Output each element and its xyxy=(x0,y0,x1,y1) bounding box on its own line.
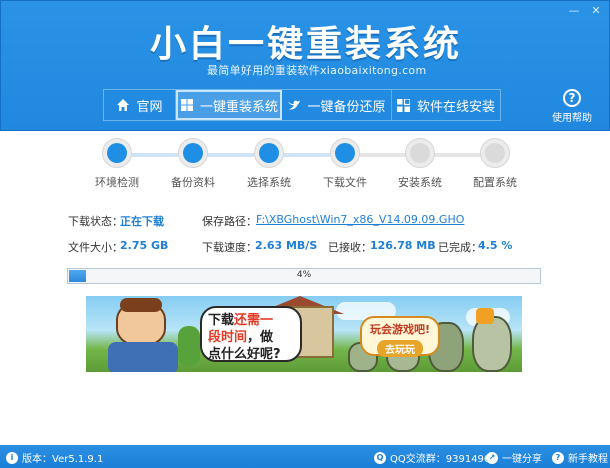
nav-item-software-install[interactable]: 软件在线安装 xyxy=(392,90,500,120)
app-subtitle: 最简单好用的重装软件xiaobaixitong.com xyxy=(207,64,427,77)
windows-icon xyxy=(180,98,194,112)
app-title: 小白一键重装系统 xyxy=(149,23,462,65)
completed-label: 已完成： xyxy=(438,241,482,254)
step-install-system: 安装系统 xyxy=(390,138,450,190)
received-label: 已接收： xyxy=(328,241,372,254)
qq-group-link[interactable]: Q QQ交流群：93914960 xyxy=(374,450,497,465)
ad-text-highlight: 段时间 xyxy=(208,330,248,345)
tutorial-button[interactable]: ? 新手教程 xyxy=(552,450,608,465)
step-dot xyxy=(480,138,510,168)
share-text: 一键分享 xyxy=(502,454,542,465)
home-icon xyxy=(116,98,130,112)
ad-text: ，做 xyxy=(247,330,274,345)
nav-item-reinstall-system[interactable]: 一键重装系统 xyxy=(176,90,282,120)
download-progress-bar: 4% xyxy=(67,268,541,284)
help-button[interactable]: ? 使用帮助 xyxy=(549,89,595,124)
save-path-link[interactable]: F:\XBGhost\Win7_x86_V14.09.09.GHO xyxy=(256,213,464,226)
header: — ✕ 小白一键重装系统 最简单好用的重装软件xiaobaixitong.com… xyxy=(0,0,610,131)
received-value: 126.78 MB xyxy=(370,239,436,252)
completed-value: 4.5 % xyxy=(478,239,513,252)
play-game-title: 玩会游戏吧! xyxy=(369,323,431,336)
help-icon: ? xyxy=(563,89,581,107)
bird-icon xyxy=(287,98,301,112)
play-game-button[interactable]: 去玩玩 xyxy=(377,340,423,357)
tutorial-icon: ? xyxy=(552,451,564,464)
cartoon-hair-illustration xyxy=(120,298,162,312)
nav-item-label: 一键重装系统 xyxy=(199,99,278,115)
progress-steps: 环境检测 备份资料 选择系统 下载文件 安装系统 配置系统 xyxy=(92,138,520,190)
step-line-done xyxy=(117,153,345,157)
share-icon: ↗ xyxy=(486,451,498,464)
step-label: 备份资料 xyxy=(171,176,215,189)
zombie-illustration xyxy=(472,316,512,372)
ad-text: 下载 xyxy=(208,313,235,328)
nav-item-label: 一键备份还原 xyxy=(307,99,386,115)
download-status-label: 下载状态： xyxy=(68,215,123,228)
help-label: 使用帮助 xyxy=(552,113,592,124)
step-environment-check: 环境检测 xyxy=(87,138,147,190)
download-speed-value: 2.63 MB/S xyxy=(255,239,318,252)
plant-illustration xyxy=(178,326,200,366)
ad-speech-bubble: 下载还需一 段时间，做 点什么好呢? xyxy=(200,306,302,362)
nav-item-label: 软件在线安装 xyxy=(416,99,495,115)
version-info: i 版本：Ver5.1.9.1 xyxy=(6,450,103,465)
cone-illustration xyxy=(476,308,494,324)
ad-text: 点什么好呢? xyxy=(208,347,281,362)
step-label: 下载文件 xyxy=(323,176,367,189)
download-status-value: 正在下载 xyxy=(120,215,164,228)
step-dot xyxy=(405,138,435,168)
save-path-label: 保存路径： xyxy=(202,215,257,228)
step-dot xyxy=(178,138,208,168)
step-label: 选择系统 xyxy=(247,176,291,189)
play-game-panel: 玩会游戏吧! 去玩玩 xyxy=(360,316,440,357)
step-dot xyxy=(102,138,132,168)
cartoon-body-illustration xyxy=(108,342,178,372)
step-backup-data: 备份资料 xyxy=(163,138,223,190)
qq-group-text: QQ交流群：93914960 xyxy=(390,454,497,465)
progress-text: 4% xyxy=(296,270,312,280)
apps-icon xyxy=(397,98,411,112)
info-icon: i xyxy=(6,451,18,464)
step-label: 安装系统 xyxy=(398,176,442,189)
ad-text-highlight: 还需一 xyxy=(234,313,274,328)
share-button[interactable]: ↗ 一键分享 xyxy=(486,450,542,465)
nav-item-label: 官网 xyxy=(136,99,163,115)
file-size-value: 2.75 GB xyxy=(120,239,169,252)
game-ad-banner[interactable]: 下载还需一 段时间，做 点什么好呢? 玩会游戏吧! 去玩玩 xyxy=(86,296,522,372)
status-bar: i 版本：Ver5.1.9.1 Q QQ交流群：93914960 ↗ 一键分享 … xyxy=(0,445,610,468)
nav-item-backup-restore[interactable]: 一键备份还原 xyxy=(282,90,392,120)
main-nav: 官网 一键重装系统 一键备份还原 软件在线安装 xyxy=(103,89,501,121)
tutorial-text: 新手教程 xyxy=(568,454,608,465)
version-text: 版本：Ver5.1.9.1 xyxy=(22,454,104,465)
step-dot xyxy=(330,138,360,168)
nav-item-home[interactable]: 官网 xyxy=(104,90,176,120)
step-label: 环境检测 xyxy=(95,176,139,189)
step-label: 配置系统 xyxy=(473,176,517,189)
step-configure-system: 配置系统 xyxy=(465,138,525,190)
step-select-system: 选择系统 xyxy=(239,138,299,190)
download-speed-label: 下载速度： xyxy=(202,241,257,254)
qq-icon: Q xyxy=(374,451,386,464)
file-size-label: 文件大小： xyxy=(68,241,123,254)
step-download-file: 下载文件 xyxy=(315,138,375,190)
step-dot xyxy=(254,138,284,168)
